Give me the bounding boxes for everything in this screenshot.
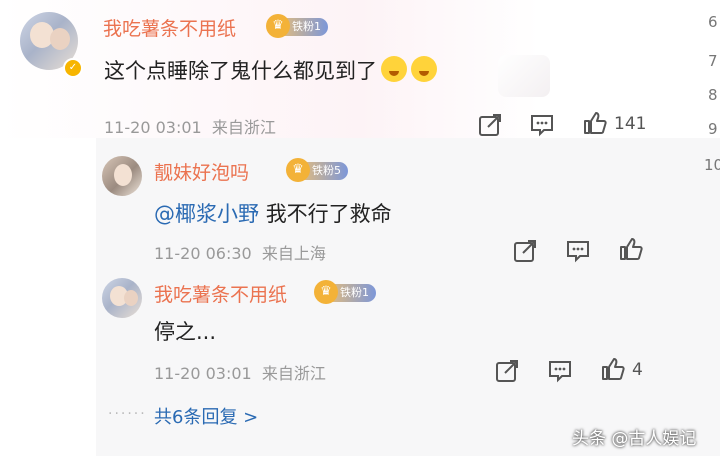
fan-badge-label: 铁粉1 <box>292 20 321 33</box>
reply-meta: 11-20 06:30 来自上海 <box>154 240 326 264</box>
comment-location: 来自浙江 <box>211 118 276 137</box>
share-icon[interactable] <box>512 238 538 264</box>
reply-text-body: 我不行了救命 <box>265 202 392 226</box>
fan-crown-icon: ♛ <box>286 158 310 182</box>
reply-meta: 11-20 03:01 来自浙江 <box>154 360 326 384</box>
comment-username[interactable]: 我吃薯条不用纸 <box>103 14 236 41</box>
edge-number: 9 <box>708 120 718 138</box>
comment-meta: 11-20 03:01 来自浙江 <box>104 114 276 138</box>
comment-text-body: 这个点睡除了鬼什么都见到了 <box>104 59 377 83</box>
sticker-image <box>498 55 550 97</box>
fan-crown-icon: ♛ <box>266 14 290 38</box>
avatar[interactable] <box>102 278 142 318</box>
fan-badge[interactable]: ♛ 铁粉5 <box>286 158 348 182</box>
reply-location: 来自上海 <box>261 244 326 263</box>
comment-icon[interactable] <box>529 112 555 138</box>
fan-badge[interactable]: ♛ 铁粉1 <box>266 14 328 38</box>
avatar[interactable] <box>102 156 142 196</box>
edge-number: 6 <box>708 13 718 31</box>
reply-time: 11-20 06:30 <box>154 244 252 263</box>
reply-location: 来自浙江 <box>261 364 326 383</box>
reply-text: 停之... <box>154 320 217 344</box>
share-icon[interactable] <box>494 358 520 384</box>
fan-badge[interactable]: ♛ 铁粉1 <box>314 280 376 304</box>
like-count: 141 <box>614 114 647 134</box>
mention-link[interactable]: @椰浆小野 <box>154 202 259 226</box>
comment-icon[interactable] <box>565 238 591 264</box>
reply-text: @椰浆小野 我不行了救命 <box>154 198 392 228</box>
share-icon[interactable] <box>477 112 503 138</box>
like-count: 4 <box>632 360 643 380</box>
more-replies-link[interactable]: 共6条回复 > <box>154 403 258 429</box>
edge-number: 10 <box>704 156 720 174</box>
thumbs-up-icon[interactable] <box>582 110 608 136</box>
thumbs-up-icon[interactable] <box>618 236 644 262</box>
reply-username[interactable]: 靓妹好泡吗 <box>154 158 249 185</box>
thumbs-up-icon[interactable] <box>600 356 626 382</box>
verified-badge-icon: ✓ <box>63 58 83 78</box>
crying-emoji-icon <box>411 56 437 82</box>
crying-emoji-icon <box>381 56 407 82</box>
watermark: 头条 @古人娱记 <box>572 429 697 449</box>
fan-badge-label: 铁粉5 <box>312 164 341 177</box>
edge-number: 7 <box>708 52 718 70</box>
comment-text: 这个点睡除了鬼什么都见到了 <box>104 55 437 85</box>
divider-dots: ······ <box>108 406 147 422</box>
fan-crown-icon: ♛ <box>314 280 338 304</box>
reply-username[interactable]: 我吃薯条不用纸 <box>154 280 287 307</box>
reply-time: 11-20 03:01 <box>154 364 252 383</box>
edge-number: 8 <box>708 86 718 104</box>
comment-icon[interactable] <box>547 358 573 384</box>
comment-time: 11-20 03:01 <box>104 118 202 137</box>
fan-badge-label: 铁粉1 <box>340 286 369 299</box>
